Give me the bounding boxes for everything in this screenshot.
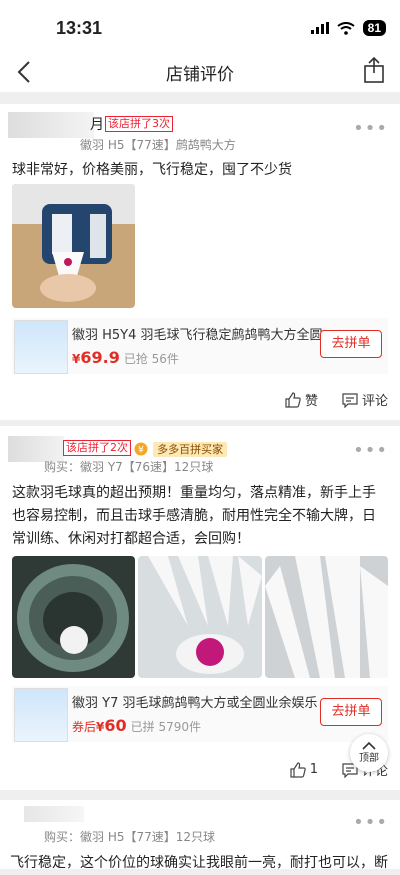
battery-indicator: 81 (362, 20, 386, 36)
product-card[interactable]: 徽羽 H5Y4 羽毛球飞行稳定鹧鸪鸭大方全圆 ¥69.9 已抢 56件 去拼单 (12, 318, 388, 374)
product-price: 券后¥60 已拼 5790件 (72, 716, 201, 735)
more-options-icon[interactable]: ••• (353, 440, 388, 461)
shuttle-feathers-photo-image (265, 556, 388, 678)
svg-text:¥: ¥ (138, 446, 144, 456)
wifi-icon (337, 21, 355, 35)
review-text: 飞行稳定，这个价位的球确实让我眼前一亮，耐打也可以，断 (10, 855, 388, 871)
review-text: 球非常好，价格美丽，飞行稳定，囤了不少货 (12, 162, 292, 178)
comment-icon (342, 392, 358, 408)
thumbs-up-icon (290, 761, 306, 778)
page-title: 店铺评价 (166, 65, 234, 85)
coin-icon: ¥ (134, 442, 148, 456)
signal-icon (310, 22, 329, 34)
review-photo[interactable] (12, 184, 135, 308)
like-label: 赞 (304, 394, 318, 409)
shuttle-base-photo-image (138, 556, 262, 678)
sold-count: 已抢 56件 (123, 352, 179, 366)
thumbs-up-icon (285, 391, 301, 408)
price-value: 60 (104, 716, 127, 735)
status-icons: 81 (310, 20, 386, 36)
repeat-buy-badge: 该店拼了3次 (105, 116, 173, 132)
share-icon[interactable] (362, 56, 386, 84)
username-fragment: 月 (90, 117, 104, 133)
vip-buyer-badge: ¥ 多多百拼买家 (134, 438, 228, 457)
review-photo[interactable] (12, 556, 135, 678)
product-name: 徽羽 H5Y4 羽毛球飞行稳定鹧鸪鸭大方全圆 (72, 328, 323, 343)
status-bar: 13:31 81 (0, 0, 400, 52)
nav-bar: 店铺评价 (0, 52, 400, 92)
chevron-up-icon (362, 741, 376, 750)
more-options-icon[interactable]: ••• (353, 118, 388, 139)
scroll-to-top-label: 顶部 (359, 753, 379, 764)
product-name: 徽羽 Y7 羽毛球鹧鸪鸭大方或全圆业余娱乐 (72, 696, 318, 711)
group-buy-button[interactable]: 去拼单 (320, 698, 382, 726)
review-card: ••• 购买：徽羽 H5【77速】12只球 飞行稳定，这个价位的球确实让我眼前一… (0, 800, 400, 871)
purchased-sku: 购买：徽羽 Y7【76速】12只球 (44, 460, 214, 474)
purchased-sku: 徽羽 H5【77速】鹧鸪鸭大方 (80, 138, 236, 152)
like-button[interactable]: 1 (290, 761, 318, 778)
review-text: 这款羽毛球真的超出预期！重量均匀，落点精准，新手上手也容易控制，而且击球手感清脆… (12, 485, 376, 547)
vip-buyer-label: 多多百拼买家 (153, 442, 228, 457)
product-thumbnail (14, 320, 68, 374)
product-price: ¥69.9 已抢 56件 (72, 348, 179, 367)
sold-count: 已拼 5790件 (130, 720, 201, 734)
review-photo[interactable] (265, 556, 388, 678)
comment-label: 评论 (361, 394, 388, 409)
shuttle-tube-photo-image (12, 556, 135, 678)
price-prefix: 券后 (72, 720, 97, 734)
purchased-sku: 购买：徽羽 H5【77速】12只球 (44, 830, 216, 844)
review-card: 该店拼了2次 ¥ 多多百拼买家 ••• 购买：徽羽 Y7【76速】12只球 这款… (0, 426, 400, 790)
review-card: 月 该店拼了3次 ••• 徽羽 H5【77速】鹧鸪鸭大方 球非常好，价格美丽，飞… (0, 104, 400, 420)
shuttlecock-photo-image (12, 184, 135, 308)
more-options-icon[interactable]: ••• (353, 812, 388, 833)
product-card[interactable]: 徽羽 Y7 羽毛球鹧鸪鸭大方或全圆业余娱乐 券后¥60 已拼 5790件 去拼单 (12, 686, 388, 742)
avatar-blurred (8, 112, 94, 138)
product-thumbnail (14, 688, 68, 742)
group-buy-button[interactable]: 去拼单 (320, 330, 382, 358)
repeat-buy-badge: 该店拼了2次 (63, 440, 131, 456)
status-time: 13:31 (56, 18, 103, 38)
comment-button[interactable]: 评论 (342, 390, 388, 409)
avatar-blurred (24, 806, 84, 822)
like-count: 1 (309, 762, 318, 777)
price-value: 69.9 (80, 348, 120, 367)
review-photo[interactable] (138, 556, 262, 678)
like-button[interactable]: 赞 (285, 390, 318, 409)
scroll-to-top-button[interactable]: 顶部 (350, 734, 388, 772)
